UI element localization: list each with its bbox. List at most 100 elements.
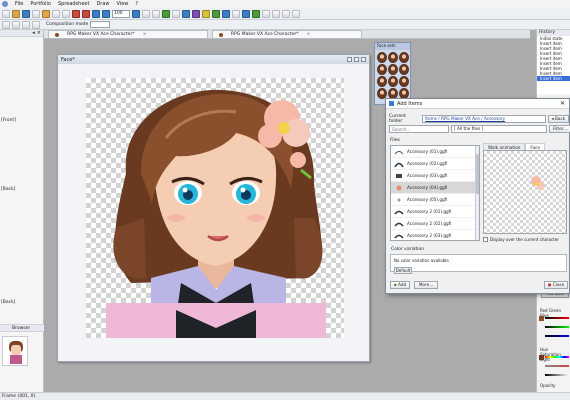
browser-header[interactable]: Browser	[0, 324, 44, 332]
display-over-checkbox[interactable]	[483, 237, 488, 242]
file-item[interactable]: Accessory 2 (02).ggfi	[391, 218, 479, 230]
file-item[interactable]: Accessory (01).ggfi	[391, 146, 479, 158]
close-button[interactable]: ● Close	[544, 281, 568, 289]
zoom-out-icon[interactable]	[102, 9, 110, 18]
move-tool-icon[interactable]	[162, 9, 170, 18]
fill-icon[interactable]	[252, 9, 260, 18]
collapse-icon[interactable]: ◂	[32, 30, 35, 36]
face-palette-window[interactable]: Face sets	[374, 42, 411, 105]
color-icon[interactable]	[212, 9, 220, 18]
character-thumbnail[interactable]	[2, 336, 28, 366]
open-folder-icon[interactable]	[12, 9, 20, 18]
tab-character-1[interactable]: RPG Maker VX Ace Character* ×	[48, 30, 208, 38]
red-slider[interactable]	[545, 317, 569, 319]
menu-portfolio[interactable]: Portfolio	[30, 1, 51, 7]
file-filter-select[interactable]: [ All the files ]	[451, 125, 547, 133]
zoom-field[interactable]: 100	[112, 9, 130, 18]
search-input[interactable]	[389, 125, 449, 133]
face-thumb[interactable]	[377, 76, 387, 87]
layer-icon[interactable]	[182, 9, 190, 18]
face-thumb[interactable]	[388, 76, 398, 87]
face-thumb[interactable]	[377, 52, 387, 63]
search-row: [ All the files ] Filter...	[389, 125, 570, 133]
composition-mode-select[interactable]	[90, 21, 111, 28]
cut-icon[interactable]	[42, 9, 50, 18]
paste-icon[interactable]	[62, 9, 70, 18]
light-slider[interactable]	[545, 374, 569, 376]
crop-icon[interactable]	[172, 9, 180, 18]
scroll-thumb[interactable]	[476, 154, 479, 194]
menu-spreadsheet[interactable]: Spreadsheet	[58, 1, 90, 7]
palette-icon[interactable]	[202, 9, 210, 18]
brush-icon[interactable]	[242, 9, 250, 18]
face-thumb[interactable]	[388, 52, 398, 63]
zoom-in-icon[interactable]	[92, 9, 100, 18]
dialog-titlebar[interactable]: Add Items ✕	[386, 99, 569, 109]
rectangle-icon[interactable]	[272, 9, 280, 18]
print-icon[interactable]	[32, 9, 40, 18]
menu-view[interactable]: View	[117, 1, 129, 7]
close-icon[interactable]: ×	[37, 30, 41, 36]
file-item[interactable]: Accessory 2 (03).ggfi	[391, 230, 479, 240]
back-button[interactable]: ◂ Back	[547, 115, 569, 123]
saturation-slider[interactable]	[545, 365, 569, 367]
color-swatch[interactable]	[539, 355, 544, 360]
face-thumb[interactable]	[399, 76, 409, 87]
status-text: Frame (401, 0)	[2, 394, 36, 399]
file-item[interactable]: Accessory (05).ggfi	[391, 194, 479, 206]
file-name: Accessory (03).ggfi	[407, 173, 448, 178]
dialog-close-icon[interactable]: ✕	[560, 100, 565, 107]
file-item[interactable]: Accessory (02).ggfi	[391, 158, 479, 170]
menu-help[interactable]: ?	[135, 1, 138, 7]
face-thumb[interactable]	[399, 52, 409, 63]
file-item[interactable]: Accessory 2 (01).ggfi	[391, 206, 479, 218]
secondary-toolbar: Composition mode	[0, 20, 570, 30]
ellipse-icon[interactable]	[282, 9, 290, 18]
green-slider[interactable]	[545, 326, 569, 328]
file-list-scrollbar[interactable]	[475, 146, 479, 240]
save-icon[interactable]	[22, 9, 30, 18]
zoom-fit-icon[interactable]	[132, 9, 140, 18]
close-tab-icon[interactable]: ×	[143, 32, 147, 37]
blue-slider[interactable]	[545, 335, 569, 337]
default-button[interactable]: Default	[394, 267, 412, 274]
file-item-selected[interactable]: Accessory (04).ggfi	[391, 182, 479, 194]
export-icon[interactable]	[222, 9, 230, 18]
maximize-icon[interactable]	[354, 57, 359, 62]
more-button[interactable]: More...	[414, 281, 438, 289]
zoom-tool-icon[interactable]	[22, 20, 30, 29]
hue-slider[interactable]	[545, 356, 569, 358]
close-window-icon[interactable]	[361, 57, 366, 62]
face-canvas[interactable]	[86, 78, 344, 338]
face-window-titlebar[interactable]: Face*	[58, 55, 369, 64]
undo-icon[interactable]	[72, 9, 80, 18]
hand-tool-icon[interactable]	[12, 20, 20, 29]
current-folder-path[interactable]: Items / RPG Maker VX Ace / Accessory	[422, 115, 546, 123]
character-thumb-icon	[9, 341, 23, 364]
file-item[interactable]: Accessory (03).ggfi	[391, 170, 479, 182]
face-thumb[interactable]	[377, 64, 387, 75]
add-button[interactable]: ▪ Add	[390, 281, 410, 289]
tab-character-2[interactable]: RPG Maker VX Ace Character* ×	[212, 30, 362, 38]
image-icon[interactable]	[192, 9, 200, 18]
menu-draw[interactable]: Draw	[96, 1, 109, 7]
new-icon[interactable]	[2, 9, 10, 18]
close-tab-icon[interactable]: ×	[307, 32, 311, 37]
select-tool-icon[interactable]	[152, 9, 160, 18]
face-thumb[interactable]	[399, 64, 409, 75]
arrow-tool-icon[interactable]	[2, 20, 10, 29]
copy-icon[interactable]	[52, 9, 60, 18]
menu-file[interactable]: File	[15, 1, 23, 7]
redo-icon[interactable]	[82, 9, 90, 18]
minimize-icon[interactable]	[347, 57, 352, 62]
eraser-icon[interactable]	[262, 9, 270, 18]
color-variation-box: No color variation available	[390, 254, 567, 272]
filter-button[interactable]: Filter...	[549, 125, 570, 133]
face-thumb[interactable]	[388, 64, 398, 75]
line-icon[interactable]	[292, 9, 300, 18]
grid-icon[interactable]	[142, 9, 150, 18]
history-item-selected[interactable]: Insert item	[537, 76, 570, 81]
pencil-icon[interactable]	[232, 9, 240, 18]
flip-icon[interactable]	[32, 20, 40, 29]
color-swatch[interactable]	[539, 316, 544, 321]
